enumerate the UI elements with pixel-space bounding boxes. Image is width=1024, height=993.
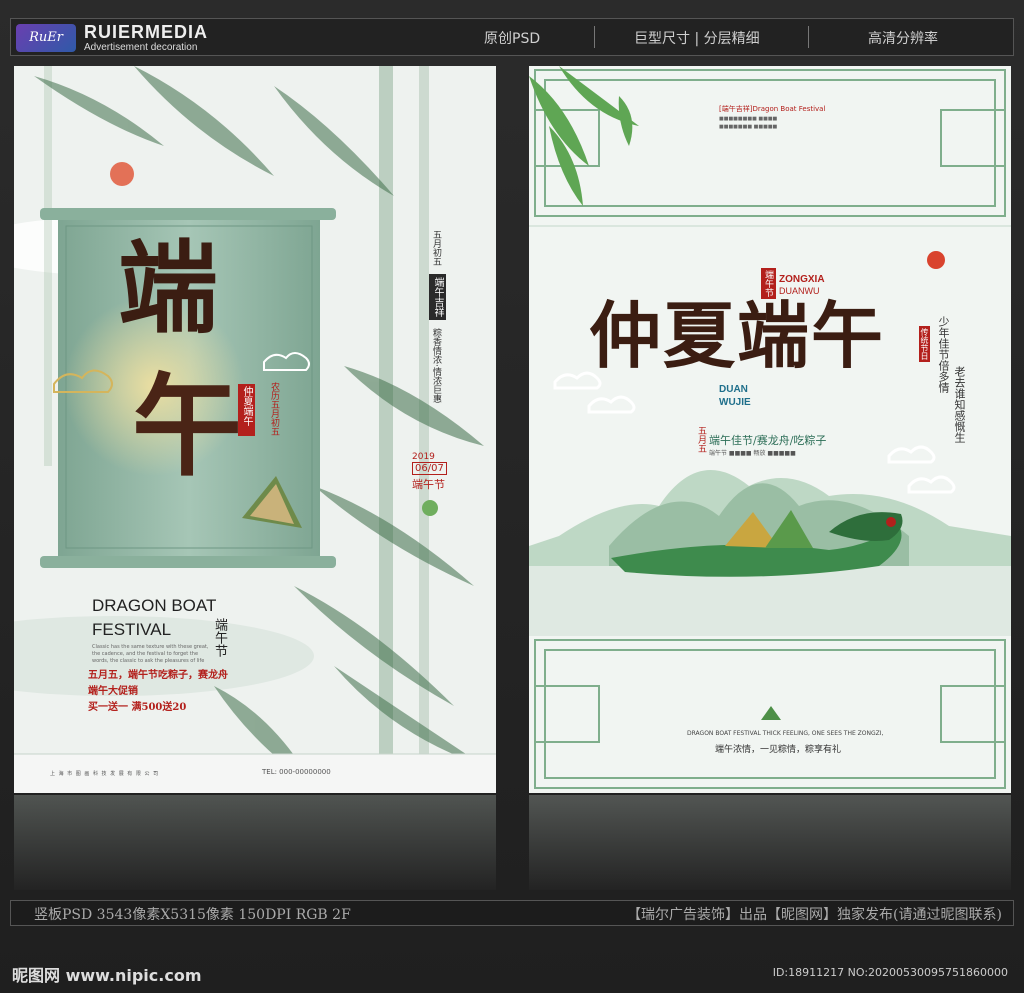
left-side-date: 农历五月初五 [269, 382, 279, 436]
left-title-char-1: 端 [118, 229, 218, 347]
left-promo-line-3: 买一送一 满500送20 [88, 702, 187, 713]
brand-name: RUIERMEDIA [84, 22, 209, 42]
right-poster: [端午吉祥]Dragon Boat Festival ■■■■■■■■ ■■■■… [529, 66, 1011, 793]
right-vertical-tag: 传统节日 [919, 326, 930, 362]
left-footer-company: 上 海 市 图 画 科 技 发 展 有 限 公 司 [50, 771, 160, 777]
right-zongxia: ZONGXIA [779, 274, 825, 285]
right-top-line-1: ■■■■■■■■ ■■■■ [719, 116, 778, 122]
header-item-size: 巨型尺寸 | 分层精细 [634, 31, 760, 47]
left-poster: 端 午 仲夏端午 农历五月初五 五月初五 端午吉祥 粽香情浓·情浓巨惠 2019… [14, 66, 496, 793]
right-wujie: WUJIE [719, 397, 751, 408]
left-en-body: Classic has the same texture with these … [92, 644, 209, 664]
left-vertical-festival: 端午节 [212, 618, 227, 657]
right-slogan: 端午佳节/赛龙舟/吃粽子 [709, 434, 827, 447]
header-divider [594, 26, 595, 48]
left-footer-phone: TEL: 000-00000000 [262, 768, 331, 776]
right-poem-line-1: 少年佳节倍多情 [937, 316, 950, 393]
canvas: RuEr RUIERMEDIA Advertisement decoration… [0, 0, 1024, 993]
left-year: 2019 [412, 452, 435, 462]
right-bottom-cn: 端午浓情，一见粽情，粽享有礼 [715, 745, 842, 755]
header-item-resolution: 高清分辨率 [868, 31, 938, 47]
right-slogan-sub: 端午节 ■■■■ 畅放 ■■■■■ [709, 450, 796, 457]
left-vertical-date: 五月初五 [431, 230, 441, 266]
brand-logo: RuEr [16, 24, 76, 52]
right-top-tag: [端午吉祥]Dragon Boat Festival [719, 105, 826, 113]
right-top-line-2: ■■■■■■■ ■■■■■ [719, 124, 778, 130]
left-promo-line-1: 五月五，端午节吃粽子，赛龙舟 [88, 670, 228, 681]
left-title-char-2: 午 [132, 362, 242, 491]
left-en-title: DRAGON BOAT FESTIVAL [92, 596, 217, 639]
left-date: 06/07 [412, 462, 447, 475]
header-item-original: 原创PSD [484, 31, 541, 47]
right-bottom-en: DRAGON BOAT FESTIVAL THICK FEELING, ONE … [687, 730, 884, 737]
right-poem-line-2: 老去谁知感慨生 [953, 366, 966, 443]
left-tag: 端午吉祥 [429, 274, 446, 320]
left-promo-line-2: 端午大促销 [88, 686, 138, 697]
header-divider [808, 26, 809, 48]
footer-publisher: 【瑞尔广告装饰】出品【昵图网】独家发布(请通过昵图联系) [627, 907, 1002, 923]
left-vertical-slogan: 粽香情浓·情浓巨惠 [431, 328, 441, 403]
nipic-watermark: 昵图网 www.nipic.com [12, 966, 202, 985]
right-poster-reflection [529, 795, 1011, 890]
right-duan: DUAN [719, 384, 748, 395]
footer-spec: 竖板PSD 3543像素X5315像素 150DPI RGB 2F [34, 907, 351, 923]
right-wuyue: 五月五 [696, 426, 706, 453]
left-poster-reflection [14, 795, 496, 890]
left-red-seal: 仲夏端午 [238, 384, 255, 436]
left-poster-art [14, 66, 496, 793]
image-id: ID:18911217 NO:20200530095751860000 [772, 966, 1008, 979]
brand-subtitle: Advertisement decoration [84, 42, 198, 53]
right-poster-art [529, 66, 1011, 793]
right-title: 仲夏端午 [589, 293, 886, 378]
left-small-title: 端午节 [412, 478, 445, 491]
